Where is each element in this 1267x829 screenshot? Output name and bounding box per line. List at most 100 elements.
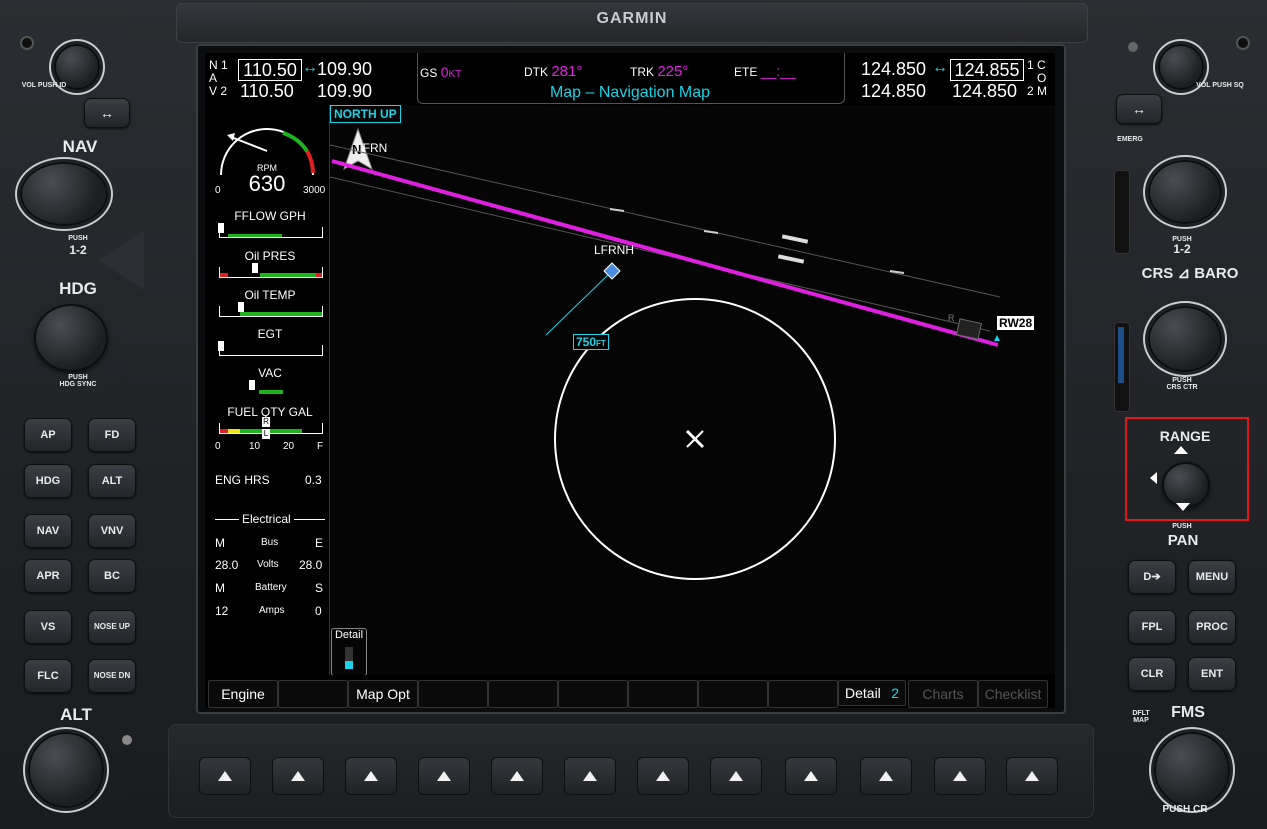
top-status-strip: N 1 A V 2 110.50 ↔ 109.90 110.50 109.90 … xyxy=(205,53,1055,105)
ap-button[interactable]: AP xyxy=(24,418,72,452)
softkey-button-6[interactable] xyxy=(564,757,616,795)
softkey-label-engine[interactable]: Engine xyxy=(208,680,278,708)
airport-lfrnh-label: LFRNH xyxy=(594,243,635,257)
slider-track xyxy=(1114,322,1130,412)
direct-to-button[interactable]: D➔ xyxy=(1128,560,1176,594)
softkey-button-9[interactable] xyxy=(785,757,837,795)
crs-baro-knob[interactable] xyxy=(1148,306,1222,372)
bc-button[interactable]: BC xyxy=(88,559,136,593)
hdg-push-label: PUSH HDG SYNC xyxy=(59,374,97,388)
trk-field: TRK 225° xyxy=(630,63,689,80)
softkey-button-2[interactable] xyxy=(272,757,324,795)
softkey-label-charts[interactable]: Charts xyxy=(908,680,978,708)
softkey-button-10[interactable] xyxy=(860,757,912,795)
detail-level-indicator[interactable]: Detail xyxy=(331,628,367,675)
softkey-button-8[interactable] xyxy=(710,757,762,795)
nav2-active-freq[interactable]: 110.50 xyxy=(240,81,294,102)
softkey-label-detail[interactable]: Detail 2 xyxy=(838,680,906,706)
softkey-button-4[interactable] xyxy=(418,757,470,795)
softkey-label-6[interactable] xyxy=(558,680,628,708)
dfltmap-label: DFLT MAP xyxy=(1132,710,1150,724)
nav-swap-button[interactable]: ↔ xyxy=(84,98,130,128)
softkey-arrow-icon xyxy=(437,771,451,781)
menu-button[interactable]: MENU xyxy=(1188,560,1236,594)
brand-bar: GARMIN xyxy=(176,3,1088,43)
softkey-arrow-icon xyxy=(364,771,378,781)
softkey-arrow-icon xyxy=(218,771,232,781)
softkey-button-11[interactable] xyxy=(934,757,986,795)
softkey-label-map-opt[interactable]: Map Opt xyxy=(348,680,418,708)
com1-active-freq[interactable]: 124.850 xyxy=(861,59,926,80)
rpm-min: 0 xyxy=(215,185,221,196)
apr-button[interactable]: APR xyxy=(24,559,72,593)
slider-fill xyxy=(1118,327,1124,383)
hdg-button[interactable]: HDG xyxy=(24,464,72,498)
softkey-button-5[interactable] xyxy=(491,757,543,795)
softkey-label-checklist[interactable]: Checklist xyxy=(978,680,1048,708)
nose-up-button[interactable]: NOSE UP xyxy=(88,610,136,644)
nav-knob[interactable] xyxy=(20,162,108,226)
proc-button[interactable]: PROC xyxy=(1188,610,1236,644)
softkey-arrow-icon xyxy=(879,771,893,781)
nav1-active-freq[interactable]: 110.50 xyxy=(238,59,302,81)
flc-button[interactable]: FLC xyxy=(24,659,72,693)
electrical-label: Electrical xyxy=(239,512,294,526)
runway-marking: R xyxy=(948,313,955,323)
navigation-map[interactable]: NORTH UP N LFRN LFRNH 750FT R RW28 Detai xyxy=(330,105,1055,675)
softkey-label-8[interactable] xyxy=(698,680,768,708)
com-vol-label: VOL PUSH SQ xyxy=(1196,82,1244,89)
softkey-label-7[interactable] xyxy=(628,680,698,708)
fms-knob[interactable] xyxy=(1154,732,1230,808)
vnv-button[interactable]: VNV xyxy=(88,514,136,548)
fflow-label: FFLOW GPH xyxy=(234,209,306,223)
fuel-qty-label: FUEL QTY GAL xyxy=(227,405,313,419)
softkey-label-4[interactable] xyxy=(418,680,488,708)
fpl-button[interactable]: FPL xyxy=(1128,610,1176,644)
com2-active-freq[interactable]: 124.850 xyxy=(861,81,926,102)
nav-button[interactable]: NAV xyxy=(24,514,72,548)
fuel-tick-f: F xyxy=(317,441,324,452)
vac-gauge xyxy=(219,380,321,394)
softkey-button-1[interactable] xyxy=(199,757,251,795)
engine-indication-strip: RPM 630 0 3000 FFLOW GPH Oil PRES Oil TE… xyxy=(205,105,330,675)
ent-button[interactable]: ENT xyxy=(1188,657,1236,691)
nav1-standby-freq[interactable]: 109.90 xyxy=(317,59,372,80)
com1-standby-freq[interactable]: 124.855 xyxy=(950,59,1024,81)
flight-plan-route xyxy=(331,159,999,347)
com-knob[interactable] xyxy=(1148,160,1222,224)
pan-label: PAN xyxy=(1167,532,1199,549)
clr-button[interactable]: CLR xyxy=(1128,657,1176,691)
nose-dn-button[interactable]: NOSE DN xyxy=(88,659,136,693)
nav-push-label: PUSH xyxy=(68,235,88,242)
mfd-screen: N 1 A V 2 110.50 ↔ 109.90 110.50 109.90 … xyxy=(205,53,1055,708)
crs-push-label: PUSH CRS CTR xyxy=(1166,377,1198,391)
battery-m-label: M xyxy=(215,581,225,595)
ete-field: ETE __:__ xyxy=(734,63,796,79)
softkey-label-2[interactable] xyxy=(278,680,348,708)
fuel-qty-gauge: RL xyxy=(219,417,323,439)
fms-label: FMS xyxy=(1171,704,1205,721)
com2-standby-freq[interactable]: 124.850 xyxy=(952,81,1017,102)
hdg-knob[interactable] xyxy=(34,304,108,372)
emerg-label: EMERG xyxy=(1117,136,1143,143)
softkey-button-7[interactable] xyxy=(637,757,689,795)
range-highlight-box xyxy=(1125,417,1249,521)
alt-button[interactable]: ALT xyxy=(88,464,136,498)
nav2-standby-freq[interactable]: 109.90 xyxy=(317,81,372,102)
com-swap-button[interactable]: ↔ xyxy=(1116,94,1162,124)
softkey-button-3[interactable] xyxy=(345,757,397,795)
softkey-button-12[interactable] xyxy=(1006,757,1058,795)
fuel-tick-0: 0 xyxy=(215,441,221,452)
bus-m-label: M xyxy=(215,536,225,550)
alt-knob-label: ALT xyxy=(60,705,92,724)
vs-button[interactable]: VS xyxy=(24,610,72,644)
alt-knob[interactable] xyxy=(28,732,104,808)
com-swap-icon: ↔ xyxy=(932,59,948,76)
eng-hrs-label: ENG HRS xyxy=(215,473,270,487)
nav-swap-icon: ↔ xyxy=(302,59,318,76)
softkey-label-9[interactable] xyxy=(768,680,838,708)
softkey-arrow-icon xyxy=(804,771,818,781)
garmin-logo: GARMIN xyxy=(596,10,668,27)
fd-button[interactable]: FD xyxy=(88,418,136,452)
softkey-label-5[interactable] xyxy=(488,680,558,708)
